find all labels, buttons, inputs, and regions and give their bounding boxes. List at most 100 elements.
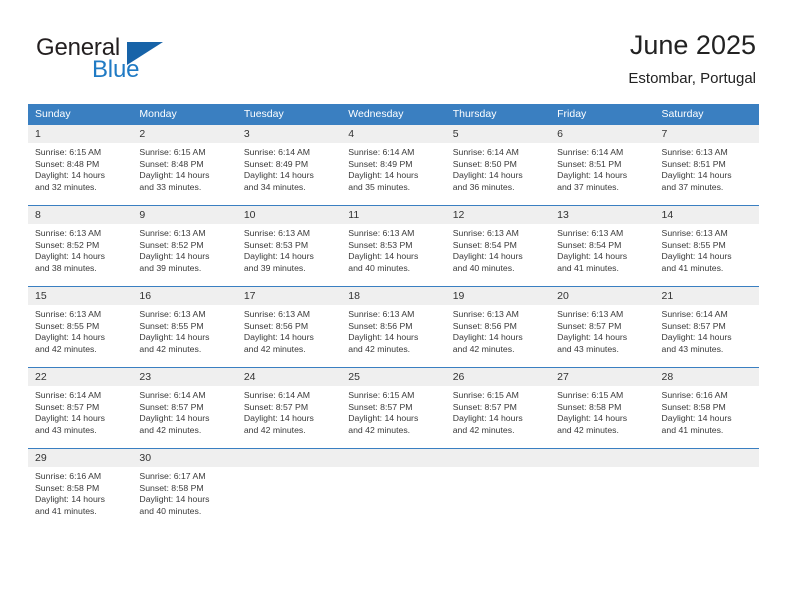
sunrise-time: Sunrise: 6:15 AM [452, 390, 519, 400]
sunset-time: Sunset: 8:56 PM [452, 320, 517, 331]
day-number: 3 [236, 125, 342, 143]
sunrise-time: Sunrise: 6:13 AM [452, 228, 519, 238]
calendar-day-cell[interactable]: 19 Sunrise: 6:13 AM Sunset: 8:56 PM Dayligh… [445, 286, 551, 368]
calendar-day-cell[interactable]: 5 Sunrise: 6:14 AM Sunset: 8:50 PM Daylight… [445, 125, 551, 206]
sunset-time: Sunset: 8:57 PM [139, 401, 204, 412]
page-title: June 2025 [629, 30, 756, 60]
daylight-duration-line-2: and 40 minutes. [348, 262, 411, 273]
calendar-day-cell[interactable]: 28 Sunrise: 6:16 AM Sunset: 8:58 PM Dayligh… [654, 367, 759, 449]
calendar-day-cell[interactable]: 12 Sunrise: 6:13 AM Sunset: 8:54 PM Dayligh… [445, 205, 551, 287]
sunrise-time: Sunrise: 6:13 AM [348, 309, 415, 319]
day-details: Sunrise: 6:13 AM Sunset: 8:54 PM Daylight:… [446, 224, 550, 274]
day-number: 30 [132, 449, 237, 467]
sunset-time: Sunset: 8:53 PM [348, 239, 413, 250]
title-block: June 2025 Estombar, Portugal [628, 28, 756, 90]
calendar-day-cell[interactable]: 8 Sunrise: 6:13 AM Sunset: 8:52 PM Daylight… [28, 205, 133, 287]
calendar-day-cell[interactable]: 22 Sunrise: 6:14 AM Sunset: 8:57 PM Dayligh… [28, 367, 133, 449]
sunrise-time: Sunrise: 6:14 AM [35, 390, 102, 400]
daylight-duration-line-1: Daylight: 14 hours [452, 251, 523, 262]
daylight-duration-line-1: Daylight: 14 hours [35, 170, 106, 181]
daylight-duration-line-2: and 33 minutes. [139, 181, 202, 192]
calendar-day-cell[interactable]: 14 Sunrise: 6:13 AM Sunset: 8:55 PM Dayligh… [654, 205, 759, 287]
sunrise-time: Sunrise: 6:13 AM [557, 309, 624, 319]
daylight-duration-line-2: and 42 minutes. [139, 424, 202, 435]
daylight-duration-line-1: Daylight: 14 hours [139, 413, 210, 424]
sunset-time: Sunset: 8:55 PM [35, 320, 100, 331]
calendar-day-cell[interactable]: 6 Sunrise: 6:14 AM Sunset: 8:51 PM Daylight… [550, 125, 655, 206]
day-number [550, 449, 655, 467]
calendar-day-cell[interactable]: 7 Sunrise: 6:13 AM Sunset: 8:51 PM Daylight… [654, 125, 759, 206]
daylight-duration-line-2: and 36 minutes. [452, 181, 515, 192]
daylight-duration-line-2: and 41 minutes. [35, 505, 97, 516]
day-details: Sunrise: 6:16 AM Sunset: 8:58 PM Daylight:… [655, 386, 759, 436]
daylight-duration-line-1: Daylight: 14 hours [243, 251, 314, 262]
calendar-day-cell[interactable]: 25 Sunrise: 6:15 AM Sunset: 8:57 PM Dayligh… [341, 367, 446, 449]
sunrise-time: Sunrise: 6:16 AM [661, 390, 728, 400]
day-number [341, 449, 446, 467]
day-details: Sunrise: 6:14 AM Sunset: 8:49 PM Daylight:… [341, 143, 445, 193]
daylight-duration-line-2: and 43 minutes. [35, 424, 97, 435]
calendar-day-cell[interactable]: 16 Sunrise: 6:13 AM Sunset: 8:55 PM Dayligh… [132, 286, 237, 368]
daylight-duration-line-1: Daylight: 14 hours [452, 332, 523, 343]
calendar-day-cell[interactable]: 3 Sunrise: 6:14 AM Sunset: 8:49 PM Daylight… [236, 125, 342, 206]
daylight-duration-line-2: and 38 minutes. [35, 262, 97, 273]
sunrise-time: Sunrise: 6:13 AM [35, 309, 102, 319]
daylight-duration-line-1: Daylight: 14 hours [661, 251, 732, 262]
sunrise-time: Sunrise: 6:15 AM [557, 390, 624, 400]
calendar-day-cell[interactable]: 21 Sunrise: 6:14 AM Sunset: 8:57 PM Dayligh… [654, 286, 759, 368]
weekday-header-sunday: Sunday [28, 104, 133, 125]
calendar-day-cell[interactable]: 24 Sunrise: 6:14 AM Sunset: 8:57 PM Dayligh… [236, 367, 342, 449]
calendar-day-cell[interactable]: 26 Sunrise: 6:15 AM Sunset: 8:57 PM Dayligh… [445, 367, 551, 449]
sunset-time: Sunset: 8:57 PM [661, 320, 726, 331]
calendar-day-cell[interactable]: 9 Sunrise: 6:13 AM Sunset: 8:52 PM Daylight… [132, 205, 237, 287]
calendar-day-cell[interactable]: 15 Sunrise: 6:13 AM Sunset: 8:55 PM Dayligh… [28, 286, 133, 368]
sunset-time: Sunset: 8:57 PM [452, 401, 517, 412]
day-details: Sunrise: 6:14 AM Sunset: 8:57 PM Daylight:… [28, 386, 132, 436]
calendar-day-cell[interactable]: 1 Sunrise: 6:15 AM Sunset: 8:48 PM Daylight… [28, 125, 133, 206]
sunrise-time: Sunrise: 6:13 AM [452, 309, 519, 319]
sunrise-time: Sunrise: 6:13 AM [348, 228, 415, 238]
calendar-day-cell[interactable]: 11 Sunrise: 6:13 AM Sunset: 8:53 PM Dayligh… [341, 205, 446, 287]
day-details: Sunrise: 6:13 AM Sunset: 8:53 PM Daylight:… [237, 224, 341, 274]
calendar-day-cell[interactable]: 27 Sunrise: 6:15 AM Sunset: 8:58 PM Dayligh… [550, 367, 655, 449]
daylight-duration-line-2: and 43 minutes. [661, 343, 724, 354]
calendar-day-cell[interactable]: 30 Sunrise: 6:17 AM Sunset: 8:58 PM Dayligh… [132, 448, 237, 529]
calendar-day-cell[interactable]: 29 Sunrise: 6:16 AM Sunset: 8:58 PM Dayligh… [28, 448, 133, 529]
sunset-time: Sunset: 8:58 PM [139, 482, 204, 493]
day-number: 2 [132, 125, 237, 143]
sunset-time: Sunset: 8:54 PM [557, 239, 622, 250]
calendar-day-cell-empty [445, 448, 551, 529]
daylight-duration-line-1: Daylight: 14 hours [243, 332, 314, 343]
daylight-duration-line-1: Daylight: 14 hours [348, 251, 419, 262]
sunset-time: Sunset: 8:57 PM [348, 401, 413, 412]
sunrise-time: Sunrise: 6:14 AM [557, 147, 624, 157]
day-number [236, 449, 342, 467]
calendar-day-cell[interactable]: 2 Sunrise: 6:15 AM Sunset: 8:48 PM Daylight… [132, 125, 237, 206]
daylight-duration-line-2: and 32 minutes. [35, 181, 97, 192]
day-details: Sunrise: 6:15 AM Sunset: 8:57 PM Daylight:… [446, 386, 550, 436]
sunset-time: Sunset: 8:56 PM [348, 320, 413, 331]
calendar-day-cell[interactable]: 18 Sunrise: 6:13 AM Sunset: 8:56 PM Dayligh… [341, 286, 446, 368]
daylight-duration-line-1: Daylight: 14 hours [243, 170, 314, 181]
calendar-day-cell[interactable]: 10 Sunrise: 6:13 AM Sunset: 8:53 PM Dayligh… [236, 205, 342, 287]
calendar-day-cell[interactable]: 20 Sunrise: 6:13 AM Sunset: 8:57 PM Dayligh… [550, 286, 655, 368]
day-details: Sunrise: 6:15 AM Sunset: 8:48 PM Daylight:… [132, 143, 236, 193]
daylight-duration-line-2: and 42 minutes. [452, 424, 515, 435]
calendar-day-cell[interactable]: 4 Sunrise: 6:14 AM Sunset: 8:49 PM Daylight… [341, 125, 446, 206]
day-details: Sunrise: 6:13 AM Sunset: 8:54 PM Daylight:… [550, 224, 654, 274]
calendar-day-cell[interactable]: 13 Sunrise: 6:13 AM Sunset: 8:54 PM Dayligh… [550, 205, 655, 287]
day-details: Sunrise: 6:13 AM Sunset: 8:56 PM Daylight:… [341, 305, 445, 355]
day-details: Sunrise: 6:17 AM Sunset: 8:58 PM Daylight:… [132, 467, 236, 517]
day-details: Sunrise: 6:13 AM Sunset: 8:55 PM Daylight:… [655, 224, 759, 274]
sunset-time: Sunset: 8:54 PM [452, 239, 517, 250]
day-number: 20 [550, 287, 655, 305]
day-number: 4 [341, 125, 446, 143]
daylight-duration-line-2: and 41 minutes. [661, 424, 724, 435]
daylight-duration-line-1: Daylight: 14 hours [243, 413, 314, 424]
calendar-day-cell[interactable]: 17 Sunrise: 6:13 AM Sunset: 8:56 PM Dayligh… [236, 286, 342, 368]
daylight-duration-line-2: and 42 minutes. [452, 343, 515, 354]
daylight-duration-line-2: and 40 minutes. [139, 505, 202, 516]
calendar-day-cell[interactable]: 23 Sunrise: 6:14 AM Sunset: 8:57 PM Dayligh… [132, 367, 237, 449]
daylight-duration-line-1: Daylight: 14 hours [139, 494, 210, 505]
day-number: 25 [341, 368, 446, 386]
